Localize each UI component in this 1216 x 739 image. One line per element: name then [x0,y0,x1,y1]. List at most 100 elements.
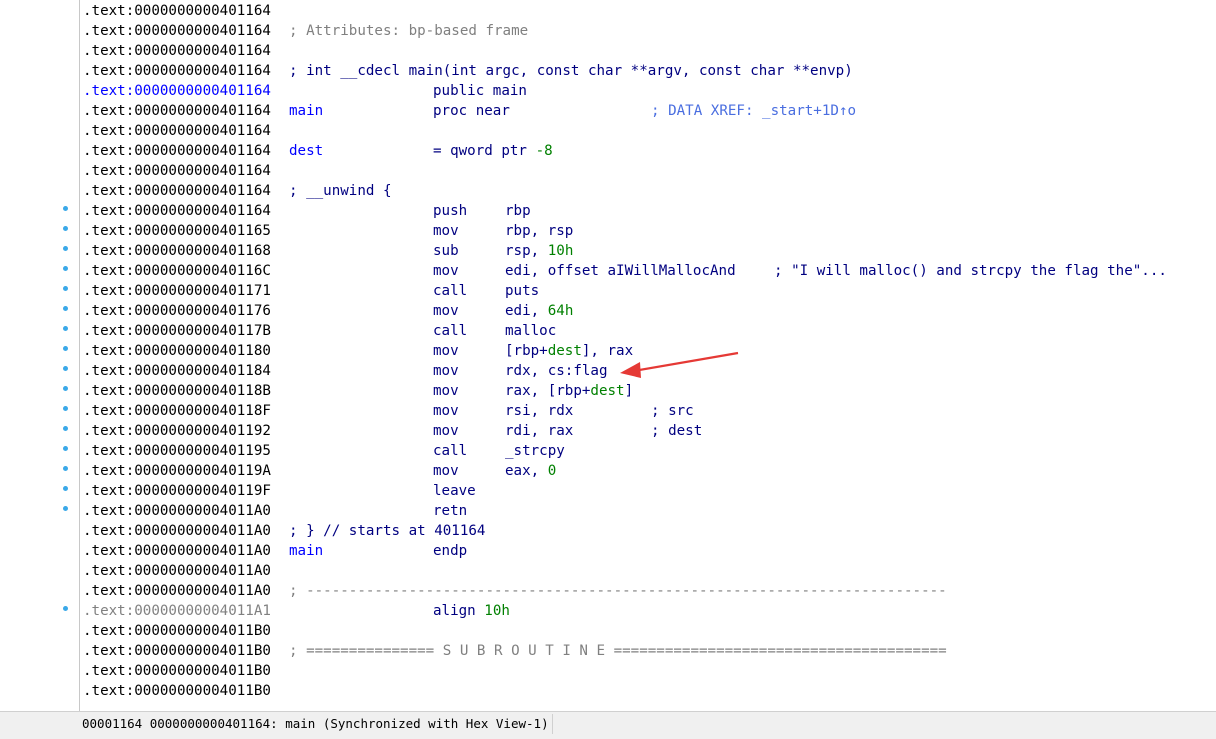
line-address[interactable]: .text:0000000000401184 [83,361,271,381]
breakpoint-dot-icon[interactable] [63,406,68,411]
breakpoint-dot-icon[interactable] [63,386,68,391]
line-address[interactable]: .text:0000000000401168 [83,241,271,261]
breakpoint-dot-icon[interactable] [63,306,68,311]
line-address[interactable]: .text:0000000000401164 [83,161,271,181]
listing-line[interactable]: .text:0000000000401164 ; int __cdecl main… [80,61,1216,81]
breakpoint-dot-icon[interactable] [63,246,68,251]
line-address[interactable]: .text:00000000004011B0 [83,681,271,701]
line-address[interactable]: .text:000000000040118B [83,381,271,401]
listing-line[interactable]: .text:000000000040119F leave [80,481,1216,501]
breakpoint-dot-icon[interactable] [63,506,68,511]
breakpoint-dot-icon[interactable] [63,486,68,491]
line-address[interactable]: .text:00000000004011B0 [83,661,271,681]
listing-line[interactable]: .text:0000000000401180 mov [rbp+dest], rax [80,341,1216,361]
listing-line[interactable]: .text:000000000040117B call malloc [80,321,1216,341]
line-operands[interactable]: edi, [505,301,539,321]
line-address[interactable]: .text:0000000000401164 [83,181,271,201]
line-address[interactable]: .text:0000000000401165 [83,221,271,241]
line-address[interactable]: .text:00000000004011B0 [83,641,271,661]
line-address[interactable]: .text:0000000000401164 [83,1,271,21]
listing-line[interactable]: .text:0000000000401164 ; __unwind { [80,181,1216,201]
line-address[interactable]: .text:00000000004011B0 [83,621,271,641]
breakpoint-dot-icon[interactable] [63,346,68,351]
listing-line[interactable]: .text:0000000000401171 call puts [80,281,1216,301]
listing-line[interactable]: .text:0000000000401164 main proc near ; DAT… [80,101,1216,121]
line-operands[interactable]: rax, [rbp+dest] [505,381,633,401]
line-operands[interactable]: rbp [505,201,531,221]
line-operands[interactable]: rdi, rax [505,421,573,441]
line-address[interactable]: .text:000000000040119F [83,481,271,501]
breakpoint-dot-icon[interactable] [63,446,68,451]
line-address[interactable]: .text:000000000040118F [83,401,271,421]
line-operands[interactable]: _strcpy [505,441,565,461]
breakpoint-dot-icon[interactable] [63,326,68,331]
line-address[interactable]: .text:0000000000401164 [83,141,271,161]
listing-line[interactable]: .text:000000000040116C mov edi, offset aIW… [80,261,1216,281]
line-address[interactable]: .text:0000000000401164 [83,21,271,41]
listing-line[interactable]: .text:000000000040118F mov rsi, rdx ; src [80,401,1216,421]
line-address[interactable]: .text:0000000000401164 [83,61,271,81]
line-address[interactable]: .text:000000000040116C [83,261,271,281]
line-address[interactable]: .text:00000000004011A0 [83,501,271,521]
listing-line[interactable]: .text:0000000000401164 [80,1,1216,21]
line-address[interactable]: .text:0000000000401171 [83,281,271,301]
listing-line[interactable]: .text:0000000000401164 [80,121,1216,141]
line-operands[interactable]: malloc [505,321,556,341]
breakpoint-dot-icon[interactable] [63,286,68,291]
line-operands[interactable]: puts [505,281,539,301]
line-address[interactable]: .text:0000000000401180 [83,341,271,361]
listing-line[interactable]: .text:0000000000401192 mov rdi, rax ; dest [80,421,1216,441]
line-operands[interactable]: rsi, rdx [505,401,573,421]
line-address[interactable]: .text:0000000000401164 [83,41,271,61]
listing-line[interactable]: .text:0000000000401165 mov rbp, rsp [80,221,1216,241]
listing-line[interactable]: .text:0000000000401164 [80,41,1216,61]
listing-line[interactable]: .text:000000000040119A mov eax, 0 [80,461,1216,481]
listing-line[interactable]: .text:0000000000401184 mov rdx, cs:flag [80,361,1216,381]
breakpoint-dot-icon[interactable] [63,226,68,231]
line-label[interactable]: dest [289,141,323,161]
line-address[interactable]: .text:00000000004011A1 [83,601,271,621]
line-operands[interactable]: edi, offset aIWillMallocAnd [505,261,736,281]
line-address[interactable]: .text:0000000000401164 [83,201,271,221]
line-operands[interactable]: rbp, rsp [505,221,573,241]
line-address[interactable]: .text:0000000000401192 [83,421,271,441]
listing-line[interactable]: .text:00000000004011A0 ; ----------------… [80,581,1216,601]
listing-line[interactable]: .text:0000000000401168 sub rsp, 10h [80,241,1216,261]
line-address[interactable]: .text:000000000040119A [83,461,271,481]
breakpoint-dot-icon[interactable] [63,206,68,211]
breakpoint-dot-icon[interactable] [63,426,68,431]
line-address[interactable]: .text:0000000000401176 [83,301,271,321]
line-operands[interactable]: [rbp+dest], rax [505,341,633,361]
listing-line[interactable]: .text:0000000000401164 public main [80,81,1216,101]
line-address[interactable]: .text:000000000040117B [83,321,271,341]
listing-line[interactable]: .text:00000000004011A0 [80,561,1216,581]
line-operands[interactable]: eax, [505,461,539,481]
line-operands[interactable]: rsp, [505,241,539,261]
listing-line[interactable]: .text:00000000004011A0 main endp [80,541,1216,561]
line-operands[interactable]: rdx, cs:flag [505,361,608,381]
line-address[interactable]: .text:0000000000401164 [83,121,271,141]
breakpoint-dot-icon[interactable] [63,606,68,611]
line-address[interactable]: .text:0000000000401195 [83,441,271,461]
listing-line[interactable]: .text:0000000000401164 ; Attributes: bp-b… [80,21,1216,41]
line-address[interactable]: .text:00000000004011A0 [83,581,271,601]
listing-line[interactable]: .text:0000000000401164 [80,161,1216,181]
line-label[interactable]: main [289,101,323,121]
listing-line[interactable]: .text:00000000004011B0 [80,661,1216,681]
listing-line[interactable]: .text:00000000004011B0 [80,681,1216,701]
line-address[interactable]: .text:00000000004011A0 [83,541,271,561]
listing-line[interactable]: .text:0000000000401164 dest = qword ptr -8 [80,141,1216,161]
listing-line[interactable]: .text:00000000004011A0 retn [80,501,1216,521]
breakpoint-dot-icon[interactable] [63,466,68,471]
listing-line[interactable]: .text:00000000004011B0 ; =============== … [80,641,1216,661]
breakpoint-dot-icon[interactable] [63,266,68,271]
listing-line[interactable]: .text:0000000000401195 call _strcpy [80,441,1216,461]
listing-line[interactable]: .text:000000000040118B mov rax, [rbp+dest] [80,381,1216,401]
listing-line[interactable]: .text:00000000004011A0 ; } // starts at 4… [80,521,1216,541]
listing-line[interactable]: .text:00000000004011B0 [80,621,1216,641]
breakpoint-dot-icon[interactable] [63,366,68,371]
listing-line[interactable]: .text:00000000004011A1 align 10h [80,601,1216,621]
line-address[interactable]: .text:00000000004011A0 [83,561,271,581]
line-address[interactable]: .text:0000000000401164 [83,101,271,121]
line-address[interactable]: .text:00000000004011A0 [83,521,271,541]
